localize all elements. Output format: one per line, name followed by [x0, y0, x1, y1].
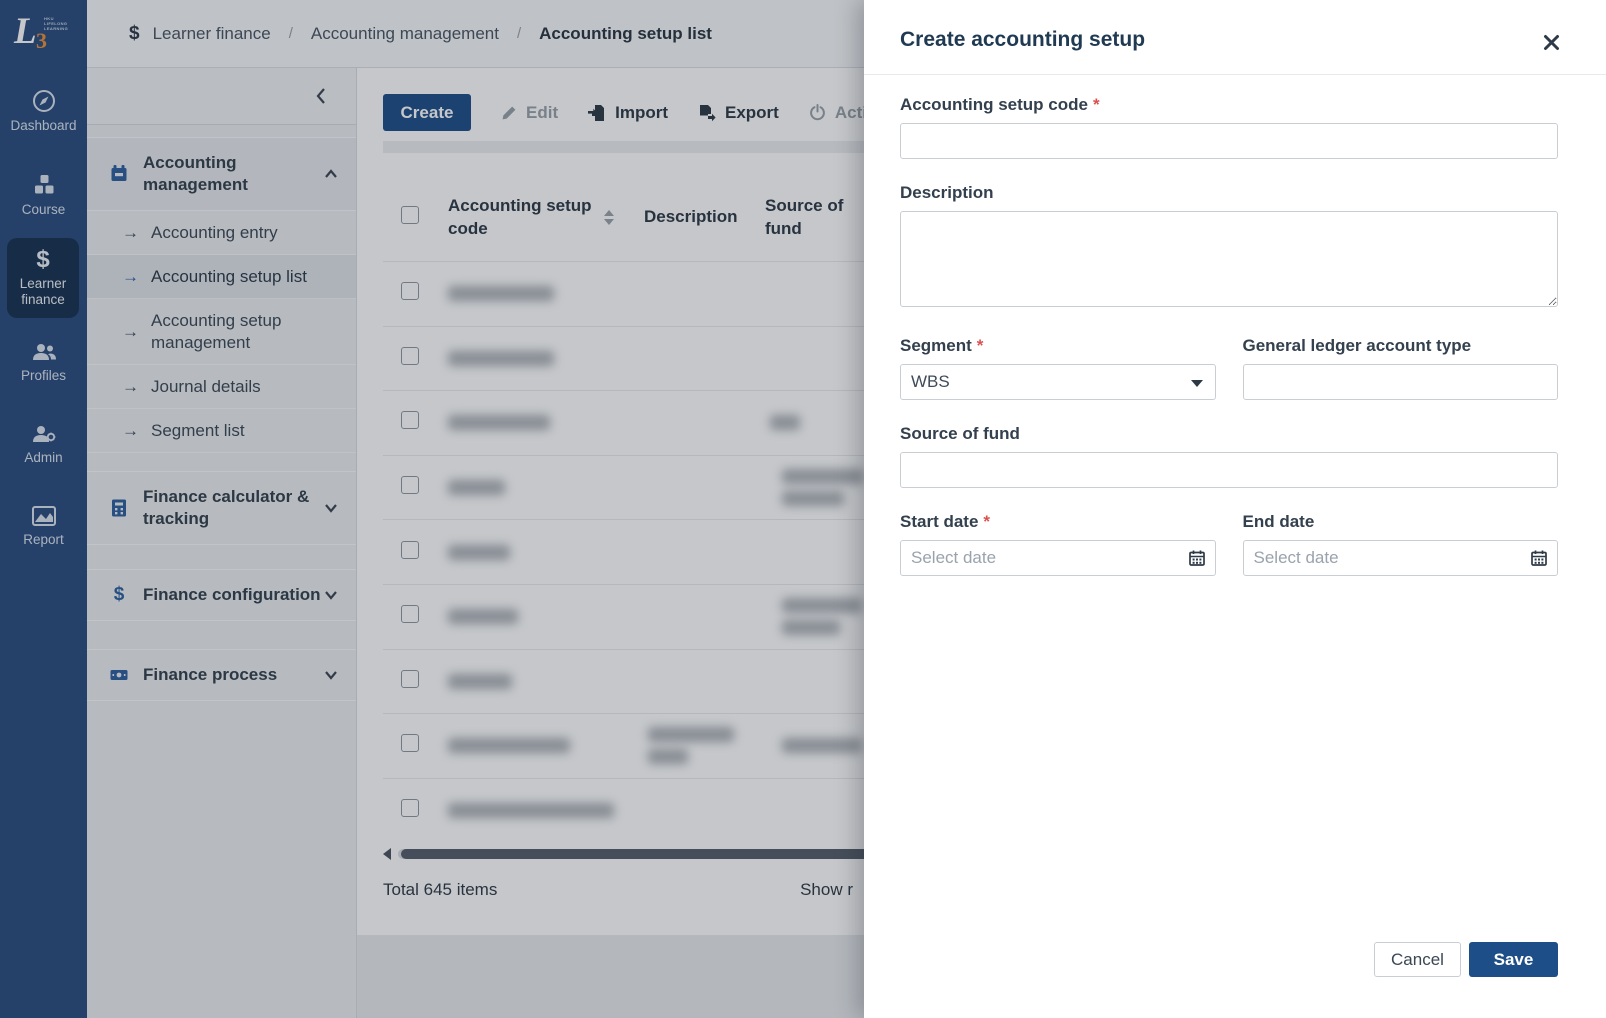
drawer-footer: Cancel Save — [1374, 942, 1558, 977]
required-mark: * — [976, 336, 984, 355]
source-of-fund-input[interactable] — [900, 452, 1558, 488]
accounting-setup-code-input[interactable] — [900, 123, 1558, 159]
field-source-of-fund: Source of fund — [900, 424, 1558, 488]
screen: L 3 HKU LIFELONG LEARNING Dashboard Course… — [0, 0, 1606, 1018]
required-mark: * — [983, 512, 991, 531]
close-button[interactable] — [1541, 32, 1562, 56]
segment-selected-value: WBS — [911, 372, 950, 391]
field-label: Description — [900, 183, 994, 202]
field-end-date: End date — [1242, 512, 1558, 576]
end-date-input[interactable] — [1242, 540, 1558, 576]
description-textarea[interactable] — [900, 211, 1558, 307]
field-label: Source of fund — [900, 424, 1020, 443]
gl-account-type-input[interactable] — [1242, 364, 1558, 400]
start-date-input[interactable] — [900, 540, 1216, 576]
chevron-down-icon — [1190, 380, 1203, 387]
drawer-header: Create accounting setup — [864, 0, 1606, 75]
field-gl-account-type: General ledger account type — [1242, 336, 1558, 400]
close-icon — [1544, 35, 1559, 50]
field-label: End date — [1242, 512, 1315, 531]
field-segment: Segment * WBS — [900, 336, 1216, 400]
field-label: Segment * — [900, 336, 984, 355]
save-button[interactable]: Save — [1469, 942, 1558, 977]
required-mark: * — [1092, 95, 1100, 114]
field-label: Accounting setup code * — [900, 95, 1100, 114]
create-accounting-setup-drawer: Create accounting setup Accounting setup… — [864, 0, 1606, 1018]
drawer-body: Accounting setup code * Description Segm… — [864, 75, 1606, 576]
field-label: Start date * — [900, 512, 991, 531]
field-accounting-setup-code: Accounting setup code * — [900, 95, 1558, 159]
field-description: Description — [900, 183, 1558, 312]
cancel-button[interactable]: Cancel — [1374, 942, 1461, 977]
field-start-date: Start date * — [900, 512, 1216, 576]
segment-select[interactable]: WBS — [900, 364, 1216, 400]
field-label: General ledger account type — [1242, 336, 1472, 355]
drawer-title: Create accounting setup — [900, 28, 1146, 51]
